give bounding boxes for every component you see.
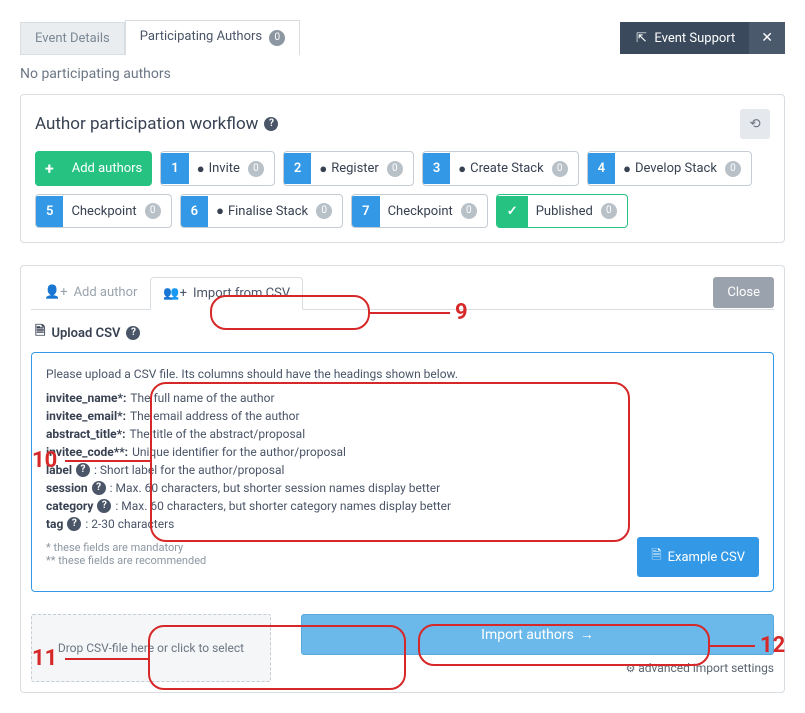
tab-event-details[interactable]: Event Details xyxy=(20,22,125,55)
user-icon: ● xyxy=(623,161,631,177)
event-support-button[interactable]: ⇱ Event Support xyxy=(620,22,749,54)
add-authors-button[interactable]: + Add authors xyxy=(35,151,152,186)
user-icon: ● xyxy=(319,161,327,177)
arrow-right-icon: → xyxy=(580,626,594,643)
import-authors-button[interactable]: Import authors→ xyxy=(301,614,774,655)
workflow-step-finalise[interactable]: 6●Finalise Stack0 xyxy=(180,194,343,228)
help-icon[interactable]: ? xyxy=(76,463,90,477)
tab-badge: 0 xyxy=(269,30,285,46)
user-plus-icon: 👤+ xyxy=(44,285,68,300)
main-tabs: Event Details Participating Authors 0 ⇱ … xyxy=(20,20,785,56)
help-icon[interactable]: ? xyxy=(92,481,106,495)
workflow-step-checkpoint-2[interactable]: 7Checkpoint0 xyxy=(351,194,488,228)
plus-icon: + xyxy=(35,151,64,186)
close-button[interactable]: Close xyxy=(713,277,774,308)
add-author-tab[interactable]: 👤+Add author xyxy=(31,276,150,309)
workflow-step-invite[interactable]: 1●Invite0 xyxy=(160,151,275,186)
workflow-step-create[interactable]: 3●Create Stack0 xyxy=(422,151,579,186)
user-icon: ● xyxy=(458,161,466,177)
help-icon[interactable]: ? xyxy=(264,117,278,131)
workflow-step-published[interactable]: ✓Published0 xyxy=(496,194,628,228)
help-icon[interactable]: ? xyxy=(67,517,81,531)
upload-csv-title: Upload CSV xyxy=(51,326,120,341)
user-icon: ● xyxy=(216,203,224,219)
tab-label: Participating Authors xyxy=(140,29,262,44)
file-icon: 🗎 xyxy=(35,322,45,344)
import-csv-tab[interactable]: 👥+Import from CSV xyxy=(150,277,303,310)
check-icon: ✓ xyxy=(497,196,528,227)
example-csv-button[interactable]: 🗎Example CSV xyxy=(637,537,759,577)
csv-dropzone[interactable]: Drop CSV-file here or click to select xyxy=(31,614,271,682)
csv-intro: Please upload a CSV file. Its columns sh… xyxy=(46,367,759,381)
user-icon: ● xyxy=(197,161,205,177)
no-authors-text: No participating authors xyxy=(20,56,785,88)
workflow-step-develop[interactable]: 4●Develop Stack0 xyxy=(587,151,752,186)
csv-instructions: Please upload a CSV file. Its columns sh… xyxy=(31,352,774,592)
users-plus-icon: 👥+ xyxy=(163,286,187,301)
workflow-panel: Author participation workflow ? ⟲ + Add … xyxy=(20,94,785,243)
add-authors-label: Add authors xyxy=(70,153,153,184)
event-support-label: Event Support xyxy=(654,31,735,46)
workflow-title: Author participation workflow xyxy=(35,114,258,134)
help-icon[interactable]: ? xyxy=(97,499,111,513)
close-support-button[interactable]: ✕ xyxy=(749,22,785,54)
tab-participating-authors[interactable]: Participating Authors 0 xyxy=(125,20,301,56)
workflow-step-checkpoint-1[interactable]: 5Checkpoint0 xyxy=(35,194,172,228)
file-icon: 🗎 xyxy=(651,546,661,568)
refresh-button[interactable]: ⟲ xyxy=(740,109,770,139)
workflow-step-register[interactable]: 2●Register0 xyxy=(283,151,414,186)
help-icon[interactable]: ? xyxy=(126,326,140,340)
import-panel: 👤+Add author 👥+Import from CSV Close 🗎 U… xyxy=(20,265,785,693)
advanced-settings-link[interactable]: advanced import settings xyxy=(301,661,774,675)
external-link-icon: ⇱ xyxy=(634,31,648,46)
